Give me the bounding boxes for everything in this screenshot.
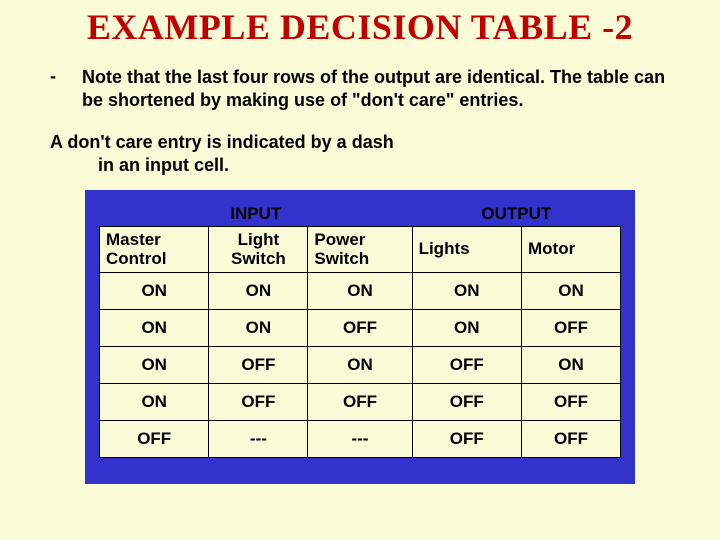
cell: ON (100, 347, 209, 384)
cell: OFF (412, 384, 521, 421)
cell: ON (308, 347, 412, 384)
cell: ON (100, 273, 209, 310)
cell: ON (209, 273, 308, 310)
dontcare-line1: A don't care entry is indicated by a das… (50, 131, 670, 154)
cell: OFF (521, 421, 620, 458)
col-master: Master Control (100, 227, 209, 273)
cell: ON (100, 310, 209, 347)
cell: OFF (521, 384, 620, 421)
table-row: ON ON OFF ON OFF (100, 310, 621, 347)
table-row: ON OFF OFF OFF OFF (100, 384, 621, 421)
cell: OFF (209, 384, 308, 421)
table-row: OFF --- --- OFF OFF (100, 421, 621, 458)
note-bullet: - (50, 66, 82, 111)
page-title: EXAMPLE DECISION TABLE -2 (0, 0, 720, 48)
cell: OFF (100, 421, 209, 458)
table-row: ON ON ON ON ON (100, 273, 621, 310)
col-lights: Lights (412, 227, 521, 273)
cell: ON (209, 310, 308, 347)
dontcare-text: A don't care entry is indicated by a das… (50, 131, 670, 176)
group-output-label: OUTPUT (412, 202, 620, 227)
cell: ON (412, 310, 521, 347)
decision-table: INPUT OUTPUT Master Control Light Switch… (99, 202, 621, 458)
cell: OFF (412, 347, 521, 384)
dontcare-line2: in an input cell. (50, 154, 670, 177)
column-header-row: Master Control Light Switch Power Switch… (100, 227, 621, 273)
table-row: ON OFF ON OFF ON (100, 347, 621, 384)
cell: OFF (308, 310, 412, 347)
cell: --- (308, 421, 412, 458)
cell: ON (412, 273, 521, 310)
cell: ON (308, 273, 412, 310)
cell: OFF (209, 347, 308, 384)
cell: ON (100, 384, 209, 421)
group-header-row: INPUT OUTPUT (100, 202, 621, 227)
group-input-label: INPUT (100, 202, 413, 227)
cell: OFF (521, 310, 620, 347)
col-motor: Motor (521, 227, 620, 273)
cell: ON (521, 273, 620, 310)
cell: --- (209, 421, 308, 458)
table-container: INPUT OUTPUT Master Control Light Switch… (85, 190, 635, 484)
note-row: - Note that the last four rows of the ou… (50, 66, 670, 111)
cell: OFF (308, 384, 412, 421)
cell: ON (521, 347, 620, 384)
col-power: Power Switch (308, 227, 412, 273)
col-light: Light Switch (209, 227, 308, 273)
cell: OFF (412, 421, 521, 458)
note-text: Note that the last four rows of the outp… (82, 66, 670, 111)
